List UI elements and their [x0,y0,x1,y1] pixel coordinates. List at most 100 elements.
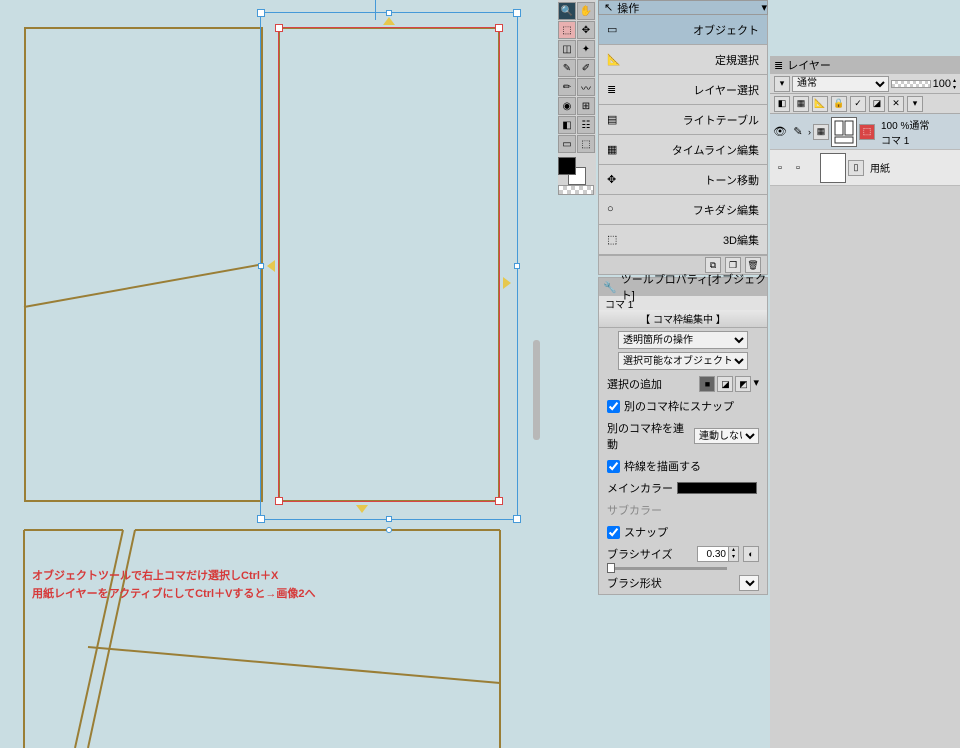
main-color-swatch[interactable] [677,482,757,494]
tool-brush[interactable]: 〰 [577,78,595,96]
edge-handle-bottom[interactable] [356,505,368,513]
layer-panel: ≣ レイヤー ▾ 通常 100 ▴▾ ◧ ▦ 📐 🔒 ✓ ◪ ✕ ▾ 👁 ✎ ›… [770,56,960,748]
addsel-mode2[interactable]: ◪ [717,376,733,392]
snap-checkbox[interactable] [607,526,620,539]
tool-operation[interactable]: ⬚ [558,21,576,39]
layer-thumb-paper [820,153,846,183]
layer-panel-title: ≣ レイヤー [770,56,960,74]
tool-move[interactable]: ✥ [577,21,595,39]
dropdown-icon[interactable]: ▾ [761,1,767,14]
brush-size-toggle[interactable]: ◐ [743,546,759,562]
opacity-value: 100 [933,78,951,90]
subtool-header: ↖ 操作 ▾ [598,0,768,15]
panel-frame-top-left[interactable] [24,27,263,502]
layer-action-row: ◧ ▦ 📐 🔒 ✓ ◪ ✕ ▾ [770,94,960,114]
layer-color-icon[interactable]: ◪ [869,96,885,112]
tool-pen[interactable]: ✐ [577,59,595,77]
canvas-area[interactable]: オブジェクトツールで右上コマだけ選択しCtrl＋X 用紙レイヤーをアクティブにし… [0,0,540,748]
layer-ruler-icon[interactable]: 📐 [812,96,828,112]
subtool-3d[interactable]: ⬚3D編集 [598,225,768,255]
layer-thumb-koma1 [831,117,857,147]
main-color-row: メインカラー [599,477,767,499]
subtool-light-table[interactable]: ▤ライトテーブル [598,105,768,135]
layer-lock-icon[interactable]: 🔒 [831,96,847,112]
brush-shape-select[interactable] [739,575,759,591]
layer-row-paper[interactable]: ▫ ▫ ▯ 用紙 [770,150,960,186]
subtool-balloon[interactable]: ○フキダシ編集 [598,195,768,225]
layer-blend-row: ▾ 通常 100 ▴▾ [770,74,960,94]
snap-other-frame-row[interactable]: 別のコマ枠にスナップ [599,395,767,417]
tool-marquee[interactable]: ◫ [558,40,576,58]
sub-color-row: サブカラー [599,499,767,521]
subtool-timeline[interactable]: ▦タイムライン編集 [598,135,768,165]
opacity-strip[interactable] [891,80,931,88]
layer-new-icon[interactable]: ◧ [774,96,790,112]
annotation-text: オブジェクトツールで右上コマだけ選択しCtrl＋X 用紙レイヤーをアクティブにし… [32,568,316,603]
brush-size-slider[interactable] [607,567,727,570]
subtool-list: ▭オブジェクト 📐定規選択 ≣レイヤー選択 ▤ライトテーブル ▦タイムライン編集… [598,15,768,255]
addsel-mode1[interactable]: ■ [699,376,715,392]
subtool-layer-select[interactable]: ≣レイヤー選択 [598,75,768,105]
layer-more-icon[interactable]: ▾ [907,96,923,112]
tool-eyedropper[interactable]: ✎ [558,59,576,77]
add-selection-row: 選択の追加 ■ ◪ ◩ ▾ [599,373,767,395]
layer-paper-icon: ▯ [848,160,864,176]
tool-property-panel: 🔧 ツールプロパティ[オブジェクト] コマ 1 【 コマ枠編集中 】 透明箇所の… [598,277,768,595]
link-option-select[interactable]: 連動しない [694,428,759,444]
layers-icon: ≣ [774,59,783,72]
layer-type-icon: ▦ [813,124,829,140]
selectable-obj-select[interactable]: 選択可能なオブジェクト [618,352,748,370]
tool-hand[interactable]: ✋ [577,2,595,20]
tool-blend[interactable]: ☷ [577,116,595,134]
tool-palette: 🔍 ✋ ⬚ ✥ ◫ ✦ ✎ ✐ ✏ 〰 ◉ ⊞ ◧ ☷ ▭ ⬚ [558,0,596,195]
editing-notice: 【 コマ枠編集中 】 [599,310,767,328]
layer-name-text: コマ 1 [881,132,929,147]
wrench-icon: 🔧 [603,281,617,294]
cursor-icon: ↖ [604,1,613,14]
edge-handle-right[interactable] [503,277,511,289]
layer-mask-icon[interactable]: ▦ [793,96,809,112]
foreground-color[interactable] [558,157,576,175]
layer-status-text: 100 %通常 [881,117,929,132]
tool-airbrush[interactable]: ◉ [558,97,576,115]
layer-x-icon[interactable]: ✕ [888,96,904,112]
tool-eraser[interactable]: ◧ [558,116,576,134]
tool-property-title: 🔧 ツールプロパティ[オブジェクト] [599,278,767,296]
addsel-mode3[interactable]: ◩ [735,376,751,392]
visibility-icon-2[interactable]: ▫ [772,162,788,174]
brush-size-input[interactable] [698,549,728,560]
layer-row-koma1[interactable]: 👁 ✎ › ▦ ⬚ 100 %通常 コマ 1 [770,114,960,150]
draw-border-checkbox[interactable] [607,460,620,473]
subtool-tone-move[interactable]: ✥トーン移動 [598,165,768,195]
snap-row[interactable]: スナップ [599,521,767,543]
blend-mode-select[interactable]: 通常 [792,76,889,92]
transparent-color[interactable] [558,185,594,195]
layer-ref-icon[interactable]: ✓ [850,96,866,112]
selection-inner [278,27,500,502]
blend-swatch-icon[interactable]: ▾ [774,76,790,92]
edge-handle-left[interactable] [267,260,275,272]
brush-size-spinner[interactable]: ▴▾ [697,546,739,562]
subtool-object[interactable]: ▭オブジェクト [598,15,768,45]
tool-fill[interactable]: ⬚ [577,135,595,153]
chevron-down-icon[interactable]: ▾ [753,376,759,392]
brush-shape-row: ブラシ形状 [599,572,767,594]
edit-icon[interactable]: ✎ [790,125,806,138]
brush-size-row: ブラシサイズ ▴▾ ◐ [599,543,767,565]
edge-handle-top[interactable] [383,17,395,25]
tool-pencil[interactable]: ✏ [558,78,576,96]
tool-autoselect[interactable]: ✦ [577,40,595,58]
tool-rect[interactable]: ▭ [558,135,576,153]
draw-border-row[interactable]: 枠線を描画する [599,455,767,477]
canvas-scrollbar[interactable] [533,340,540,440]
subtool-ruler[interactable]: 📐定規選択 [598,45,768,75]
layer-status-icon: ⬚ [859,124,875,140]
tool-magnifier[interactable]: 🔍 [558,2,576,20]
link-other-frame-row: 別のコマ枠を連動 連動しない [599,417,767,455]
visibility-icon[interactable]: 👁 [772,125,788,138]
snap-other-checkbox[interactable] [607,400,620,413]
layer-name-paper: 用紙 [870,160,890,175]
tool-decoration[interactable]: ⊞ [577,97,595,115]
transparent-op-select[interactable]: 透明箇所の操作 [618,331,748,349]
link-slot[interactable]: ▫ [790,162,806,174]
